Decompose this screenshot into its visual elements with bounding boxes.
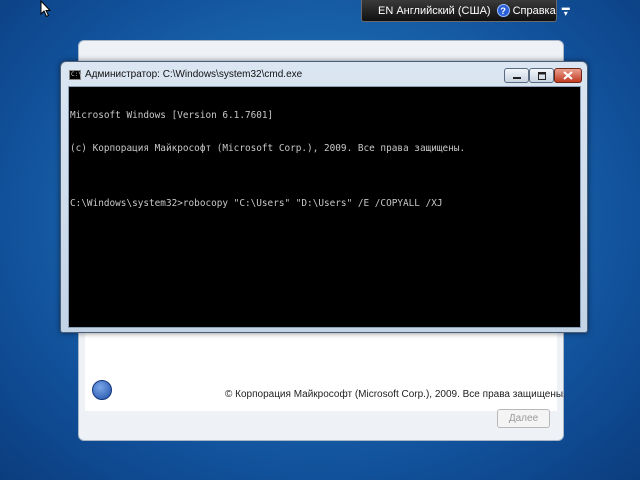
console-output[interactable]: Microsoft Windows [Version 6.1.7601] (c)… (68, 86, 581, 328)
console-line: (c) Корпорация Майкрософт (Microsoft Cor… (70, 143, 466, 154)
maximize-icon (537, 71, 546, 80)
help-label: Справка (512, 4, 556, 17)
cmd-icon: C:\ (69, 70, 82, 80)
cmd-titlebar[interactable]: C:\ Администратор: C:\Windows\system32\c… (61, 62, 587, 86)
windows-setup-icon (92, 380, 112, 400)
minimize-icon (512, 76, 521, 79)
langbar-options-button[interactable]: ▬ ▾ (562, 3, 570, 17)
console-line: C:\Windows\system32>robocopy "C:\Users" … (70, 198, 443, 209)
minimize-button[interactable] (504, 68, 529, 83)
language-selector[interactable]: EN Английский (США) (362, 5, 491, 17)
setup-copyright: © Корпорация Майкрософт (Microsoft Corp.… (225, 389, 566, 400)
console-line: Microsoft Windows [Version 6.1.7601] (70, 110, 274, 121)
cmd-title: Администратор: C:\Windows\system32\cmd.e… (85, 69, 303, 80)
cmd-window[interactable]: C:\ Администратор: C:\Windows\system32\c… (60, 61, 588, 333)
cursor-arrow-icon (40, 0, 52, 18)
close-icon (563, 71, 573, 80)
close-button[interactable] (554, 68, 582, 83)
help-icon: ? (496, 4, 510, 17)
language-bar: EN Английский (США) ? Справка ▬ ▾ (361, 0, 570, 22)
help-button[interactable]: ? Справка (496, 4, 556, 17)
maximize-button[interactable] (529, 68, 554, 83)
next-button[interactable]: Далее (497, 409, 550, 428)
